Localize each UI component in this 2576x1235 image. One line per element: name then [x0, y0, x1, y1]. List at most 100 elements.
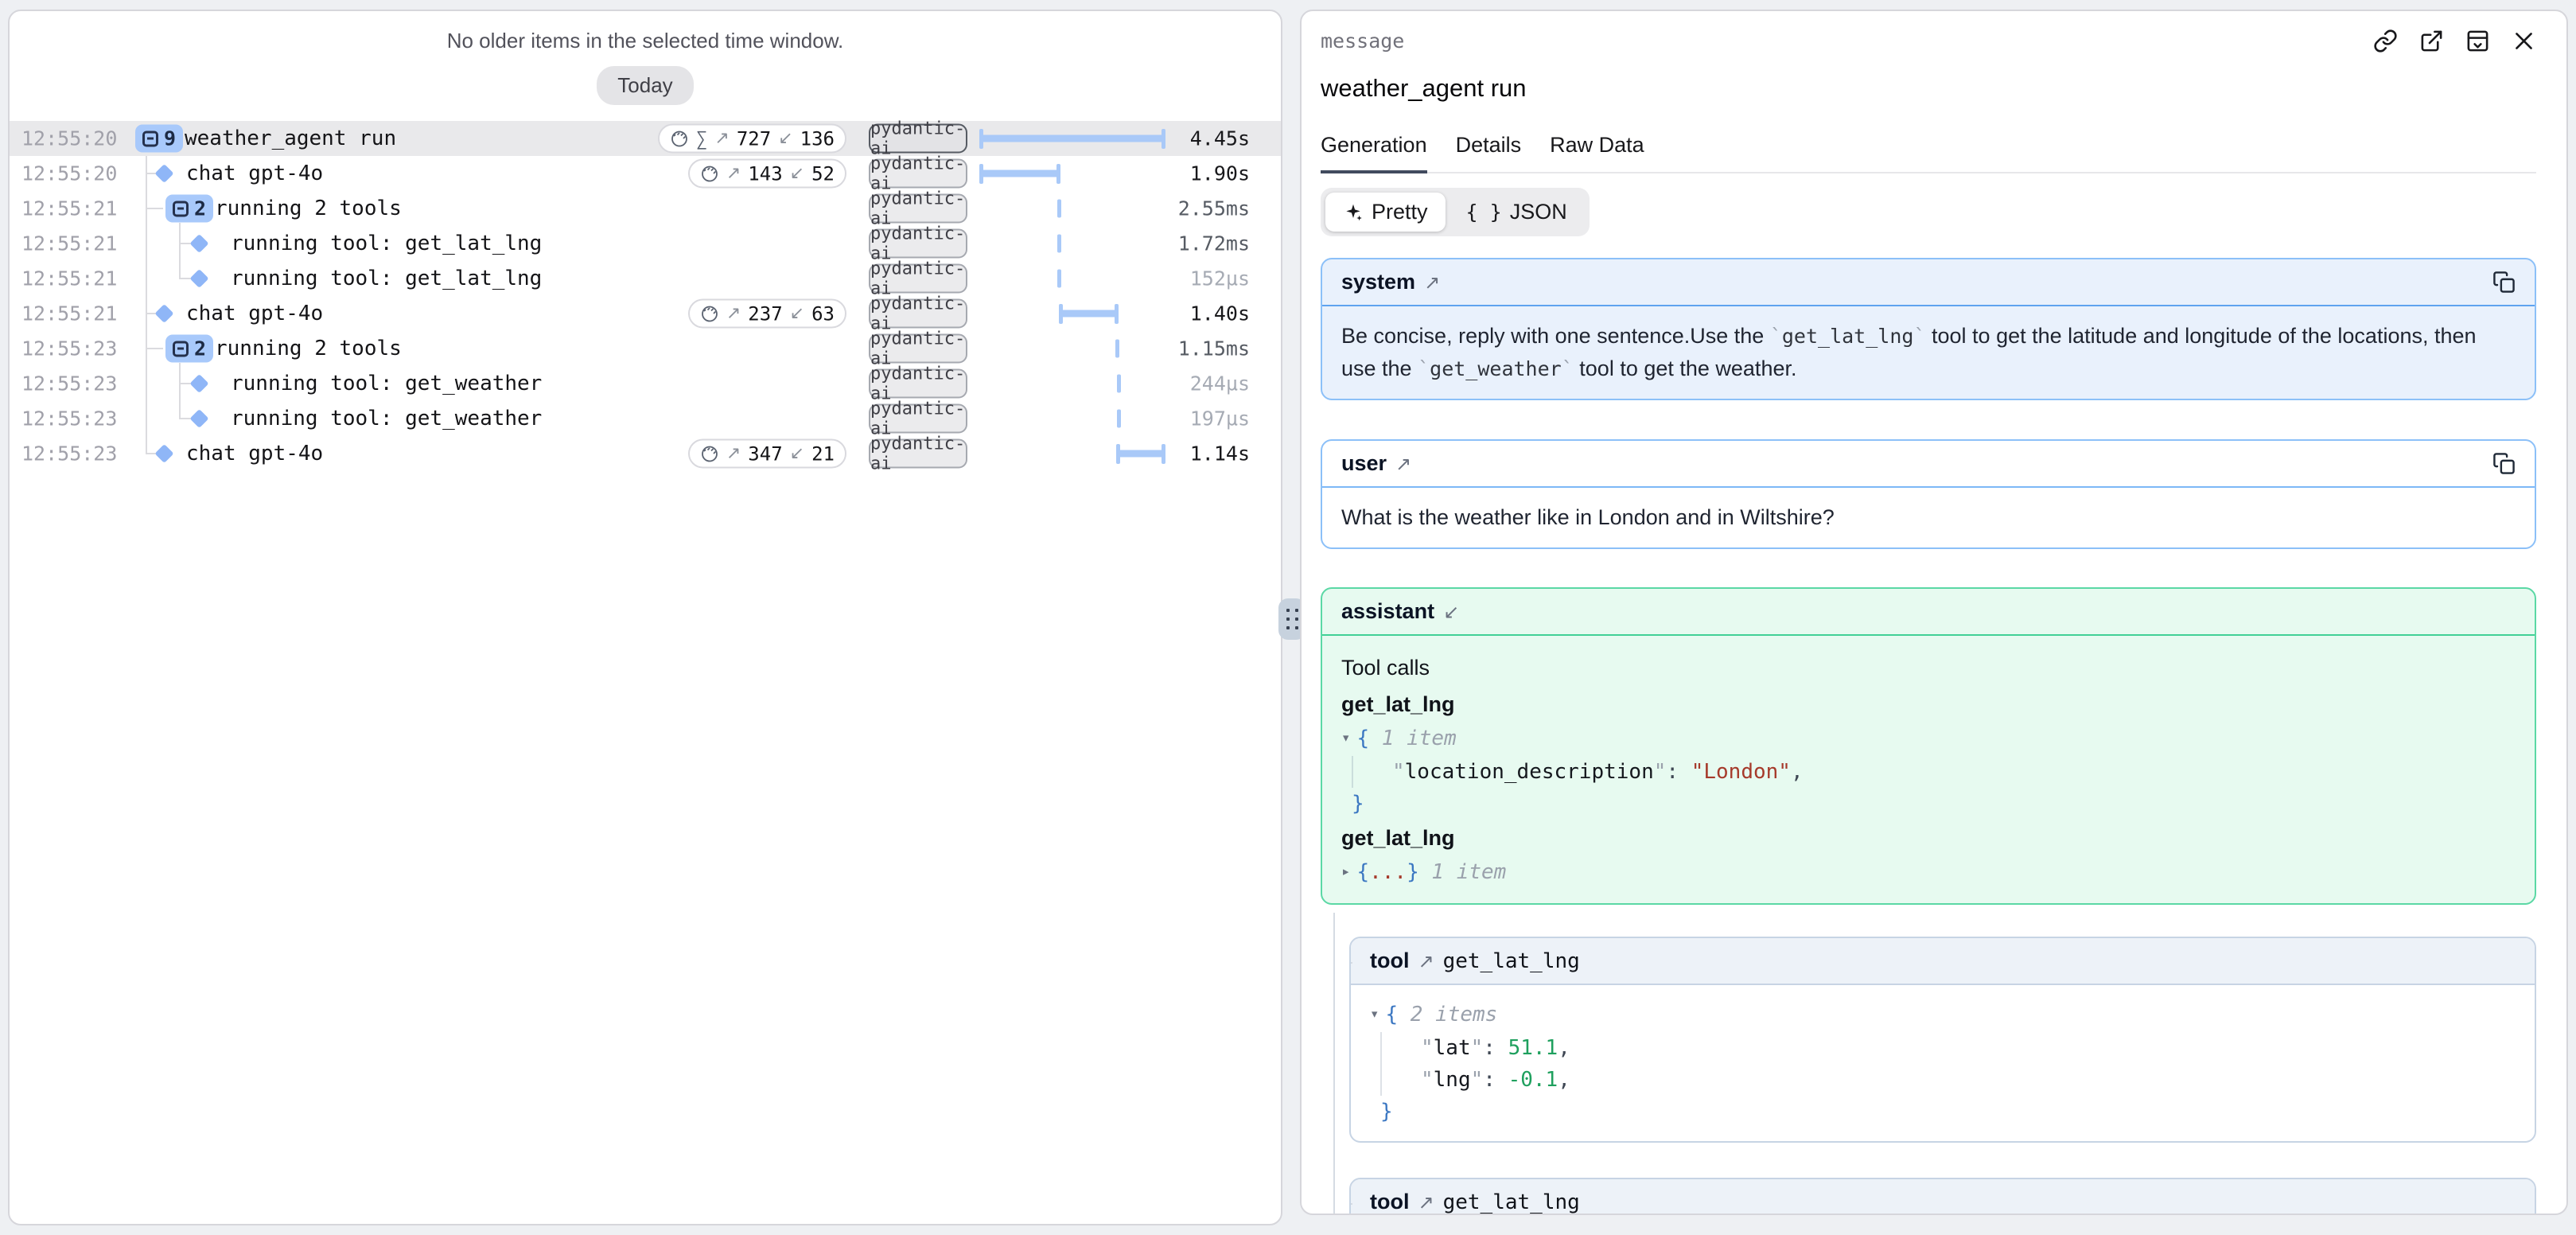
trace-row[interactable]: 12:55:23 running tool: get_weather pydan… [10, 366, 1281, 401]
child-count: 2 [194, 197, 206, 220]
span-timestamp: 12:55:21 [21, 267, 117, 290]
input-tokens-arrow-icon: ↗ [714, 129, 729, 149]
service-tag[interactable]: pydantic-ai [869, 334, 967, 364]
service-tag[interactable]: pydantic-ai [869, 124, 967, 154]
record-kind-label: message [1321, 29, 1404, 53]
span-title: running tool: get_lat_lng [231, 267, 542, 290]
copy-icon[interactable] [2492, 271, 2516, 294]
trace-row[interactable]: 12:55:21 running tool: get_lat_lng pydan… [10, 261, 1281, 296]
json-expand-toggle[interactable]: ▾{ 2 items [1370, 999, 2516, 1032]
collapse-panel-icon[interactable] [2465, 29, 2490, 53]
span-rows: 12:55:20 9 weather_agent run ∑ ↗ 727 ↙ 136… [10, 121, 1281, 471]
trace-row[interactable]: 12:55:23 2 running 2 tools pydantic-ai 1… [10, 331, 1281, 366]
span-title: weather_agent run [185, 127, 396, 150]
tab-raw-data[interactable]: Raw Data [1550, 133, 1644, 173]
open-external-icon[interactable] [2419, 29, 2444, 53]
span-duration: 1.15ms [1178, 337, 1250, 360]
sigma-icon: ∑ [696, 127, 707, 150]
duration-bar [1117, 450, 1165, 458]
json-expand-toggle[interactable]: ▾{ 1 item [1341, 723, 2516, 756]
pretty-view-button[interactable]: Pretty [1325, 193, 1446, 232]
tab-generation[interactable]: Generation [1321, 133, 1427, 173]
timeline-bar-column [979, 331, 1169, 366]
trace-row[interactable]: 12:55:21 2 running 2 tools pydantic-ai 2… [10, 191, 1281, 226]
token-usage-badge[interactable]: ↗143 ↙52 [688, 159, 846, 189]
service-tag[interactable]: pydantic-ai [869, 229, 967, 259]
collapse-count-badge[interactable]: 2 [165, 195, 213, 223]
span-diamond-icon [189, 234, 208, 253]
trace-row[interactable]: 12:55:21 running tool: get_lat_lng pydan… [10, 226, 1281, 261]
input-tokens-arrow-icon: ↗ [726, 444, 741, 464]
service-tag[interactable]: pydantic-ai [869, 159, 967, 189]
timeline-bar-column [979, 226, 1169, 261]
json-line: "lng": -0.1, [1380, 1064, 2516, 1096]
input-tokens: 727 [737, 127, 771, 150]
service-tag[interactable]: pydantic-ai [869, 299, 967, 329]
close-icon[interactable] [2512, 29, 2536, 53]
trace-row[interactable]: 12:55:20 9 weather_agent run ∑ ↗727 ↙136… [10, 121, 1281, 156]
tool-results-group: tool ↗ get_lat_lng ▾{ 2 items "lat": 51.… [1321, 937, 2536, 1215]
tool-return-panel: tool ↗ get_lat_lng ▾{ 2 items "lat": 51.… [1349, 937, 2536, 1143]
token-usage-badge[interactable]: ∑ ↗727 ↙136 [658, 124, 846, 154]
user-message-text: What is the weather like in London and i… [1322, 488, 2535, 547]
span-timestamp: 12:55:23 [21, 442, 117, 466]
collapse-icon [142, 131, 158, 146]
timeline-bar-column [979, 366, 1169, 401]
span-diamond-icon [154, 304, 173, 323]
span-duration: 4.45s [1190, 127, 1250, 150]
span-timestamp: 12:55:23 [21, 372, 117, 395]
input-tokens: 347 [748, 442, 782, 465]
duration-bar [1115, 340, 1119, 358]
service-tag[interactable]: pydantic-ai [869, 194, 967, 224]
collapse-icon [173, 201, 189, 216]
span-title: chat gpt-4o [186, 442, 323, 466]
span-title: running 2 tools [215, 337, 402, 360]
json-view-button[interactable]: { } JSON [1449, 193, 1585, 232]
service-tag[interactable]: pydantic-ai [869, 369, 967, 399]
service-tag[interactable]: pydantic-ai [869, 264, 967, 294]
trace-row[interactable]: 12:55:23 chat gpt-4o ↗347 ↙21 pydantic-a… [10, 436, 1281, 471]
span-timestamp: 12:55:21 [21, 232, 117, 255]
span-title: running 2 tools [215, 197, 402, 220]
trace-row[interactable]: 12:55:23 running tool: get_weather pydan… [10, 401, 1281, 436]
output-tokens-arrow-icon: ↙ [790, 304, 804, 324]
detail-panel: message weather_agent run Generation Det… [1300, 10, 2568, 1215]
input-tokens-arrow-icon: ↗ [726, 164, 741, 184]
copy-icon[interactable] [2492, 452, 2516, 475]
outgoing-arrow-icon: ↗ [1424, 271, 1440, 294]
detail-tabs: Generation Details Raw Data [1321, 133, 2536, 173]
json-expand-toggle[interactable]: ▸{...} 1 item [1341, 856, 2516, 890]
span-timestamp: 12:55:20 [21, 127, 117, 150]
tab-details[interactable]: Details [1456, 133, 1522, 173]
trace-row[interactable]: 12:55:20 chat gpt-4o ↗143 ↙52 pydantic-a… [10, 156, 1281, 191]
trace-panel: No older items in the selected time wind… [8, 10, 1282, 1225]
token-usage-badge[interactable]: ↗237 ↙63 [688, 299, 846, 329]
role-label: assistant [1341, 599, 1434, 624]
service-tag[interactable]: pydantic-ai [869, 404, 967, 434]
duration-bar [980, 135, 1165, 142]
span-duration: 2.55ms [1178, 197, 1250, 220]
tokens-icon [700, 304, 719, 323]
service-tag[interactable]: pydantic-ai [869, 439, 967, 469]
duration-bar [1057, 200, 1061, 218]
collapse-count-badge[interactable]: 9 [135, 125, 183, 153]
span-timestamp: 12:55:23 [21, 337, 117, 360]
span-duration: 1.14s [1190, 442, 1250, 466]
copy-link-icon[interactable] [2373, 29, 2398, 53]
tokens-icon [700, 164, 719, 183]
today-button[interactable]: Today [597, 66, 693, 105]
timeline-bar-column [979, 401, 1169, 436]
tool-name: get_lat_lng [1443, 1190, 1580, 1214]
span-diamond-icon [189, 269, 208, 288]
span-duration: 1.90s [1190, 162, 1250, 185]
system-message-text: Be concise, reply with one sentence.Use … [1322, 306, 2535, 399]
span-duration: 244µs [1190, 372, 1250, 395]
tool-calls-heading: Tool calls [1341, 649, 2516, 686]
token-usage-badge[interactable]: ↗347 ↙21 [688, 439, 846, 469]
span-title: running tool: get_weather [231, 372, 542, 395]
trace-row[interactable]: 12:55:21 chat gpt-4o ↗237 ↙63 pydantic-a… [10, 296, 1281, 331]
timeline-bar-column [979, 296, 1169, 331]
collapse-count-badge[interactable]: 2 [165, 335, 213, 363]
output-tokens: 136 [800, 127, 835, 150]
json-line: "location_description": "London", [1352, 756, 2516, 788]
